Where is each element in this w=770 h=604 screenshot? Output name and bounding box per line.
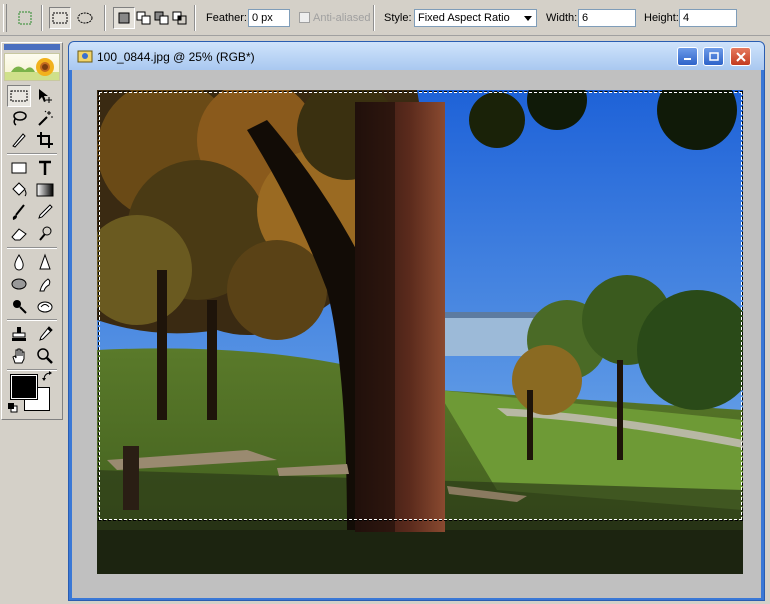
eraser-tool-icon[interactable] <box>7 223 31 245</box>
foreground-color-swatch[interactable] <box>10 374 38 400</box>
anti-aliased-checkbox[interactable] <box>299 12 310 23</box>
clone-stamp-tool-icon[interactable] <box>7 323 31 345</box>
options-bar-grip[interactable] <box>3 4 7 32</box>
shape-tool-icon[interactable] <box>7 157 31 179</box>
maximize-icon <box>708 51 719 61</box>
separator <box>194 5 196 31</box>
document-icon <box>77 49 93 63</box>
swap-colors-icon[interactable] <box>42 371 54 383</box>
canvas-area[interactable] <box>72 70 761 598</box>
maximize-button[interactable] <box>703 47 724 66</box>
history-brush-tool-icon[interactable] <box>33 223 57 245</box>
close-icon <box>735 51 746 62</box>
width-label: Width: <box>546 12 578 24</box>
hand-tool-icon[interactable] <box>7 345 31 367</box>
gradient-tool-icon[interactable] <box>33 179 57 201</box>
rectangular-marquee-tool-icon[interactable] <box>7 85 31 107</box>
move-tool-icon[interactable] <box>33 85 57 107</box>
height-label: Height: <box>644 12 679 24</box>
new-selection-icon[interactable] <box>113 7 135 29</box>
default-colors-icon[interactable] <box>8 403 18 413</box>
magic-wand-tool-icon[interactable] <box>33 107 57 129</box>
brush-tool-icon[interactable] <box>7 201 31 223</box>
separator <box>104 5 106 31</box>
intersect-selection-icon[interactable] <box>169 7 191 29</box>
style-label: Style: <box>384 12 412 24</box>
toolbox <box>1 42 63 420</box>
document-image[interactable] <box>97 90 743 574</box>
crop-tool-icon[interactable] <box>33 129 57 151</box>
width-input[interactable]: 6 <box>578 9 636 27</box>
feather-label: Feather: <box>206 12 247 24</box>
separator <box>7 319 57 321</box>
smudge-tool-icon[interactable] <box>33 273 57 295</box>
adobe-online-logo[interactable] <box>4 53 60 81</box>
options-bar: Feather: 0 px Anti-aliased Style: Fixed … <box>0 0 770 36</box>
separator <box>373 5 375 31</box>
minimize-button[interactable] <box>677 47 698 66</box>
toolbox-title-bar[interactable] <box>4 44 60 50</box>
rectangular-marquee-icon[interactable] <box>49 7 71 29</box>
slice-tool-icon[interactable] <box>7 129 31 151</box>
elliptical-marquee-icon[interactable] <box>74 7 96 29</box>
document-title-bar[interactable]: 100_0844.jpg @ 25% (RGB*) <box>69 42 764 70</box>
sponge-tool-icon[interactable] <box>7 273 31 295</box>
sharpen-tool-icon[interactable] <box>33 251 57 273</box>
paint-bucket-tool-icon[interactable] <box>7 179 31 201</box>
anti-aliased-label: Anti-aliased <box>313 12 371 24</box>
document-title: 100_0844.jpg @ 25% (RGB*) <box>97 50 255 64</box>
style-select[interactable]: Fixed Aspect Ratio <box>414 9 537 27</box>
minimize-icon <box>683 57 691 60</box>
lasso-tool-icon[interactable] <box>7 107 31 129</box>
type-tool-icon[interactable] <box>33 157 57 179</box>
pencil-tool-icon[interactable] <box>33 201 57 223</box>
feather-input[interactable]: 0 px <box>248 9 290 27</box>
chevron-down-icon <box>524 16 532 21</box>
height-input[interactable]: 4 <box>679 9 737 27</box>
burn-tool-icon[interactable] <box>33 295 57 317</box>
separator <box>7 153 57 155</box>
zoom-tool-icon[interactable] <box>33 345 57 367</box>
style-select-value: Fixed Aspect Ratio <box>418 12 510 24</box>
blur-tool-icon[interactable] <box>7 251 31 273</box>
eyedropper-tool-icon[interactable] <box>33 323 57 345</box>
tool-preset-marquee-icon[interactable] <box>14 7 36 29</box>
document-window: 100_0844.jpg @ 25% (RGB*) <box>68 41 765 601</box>
separator <box>41 5 43 31</box>
close-button[interactable] <box>730 47 751 66</box>
separator <box>7 247 57 249</box>
dodge-tool-icon[interactable] <box>7 295 31 317</box>
